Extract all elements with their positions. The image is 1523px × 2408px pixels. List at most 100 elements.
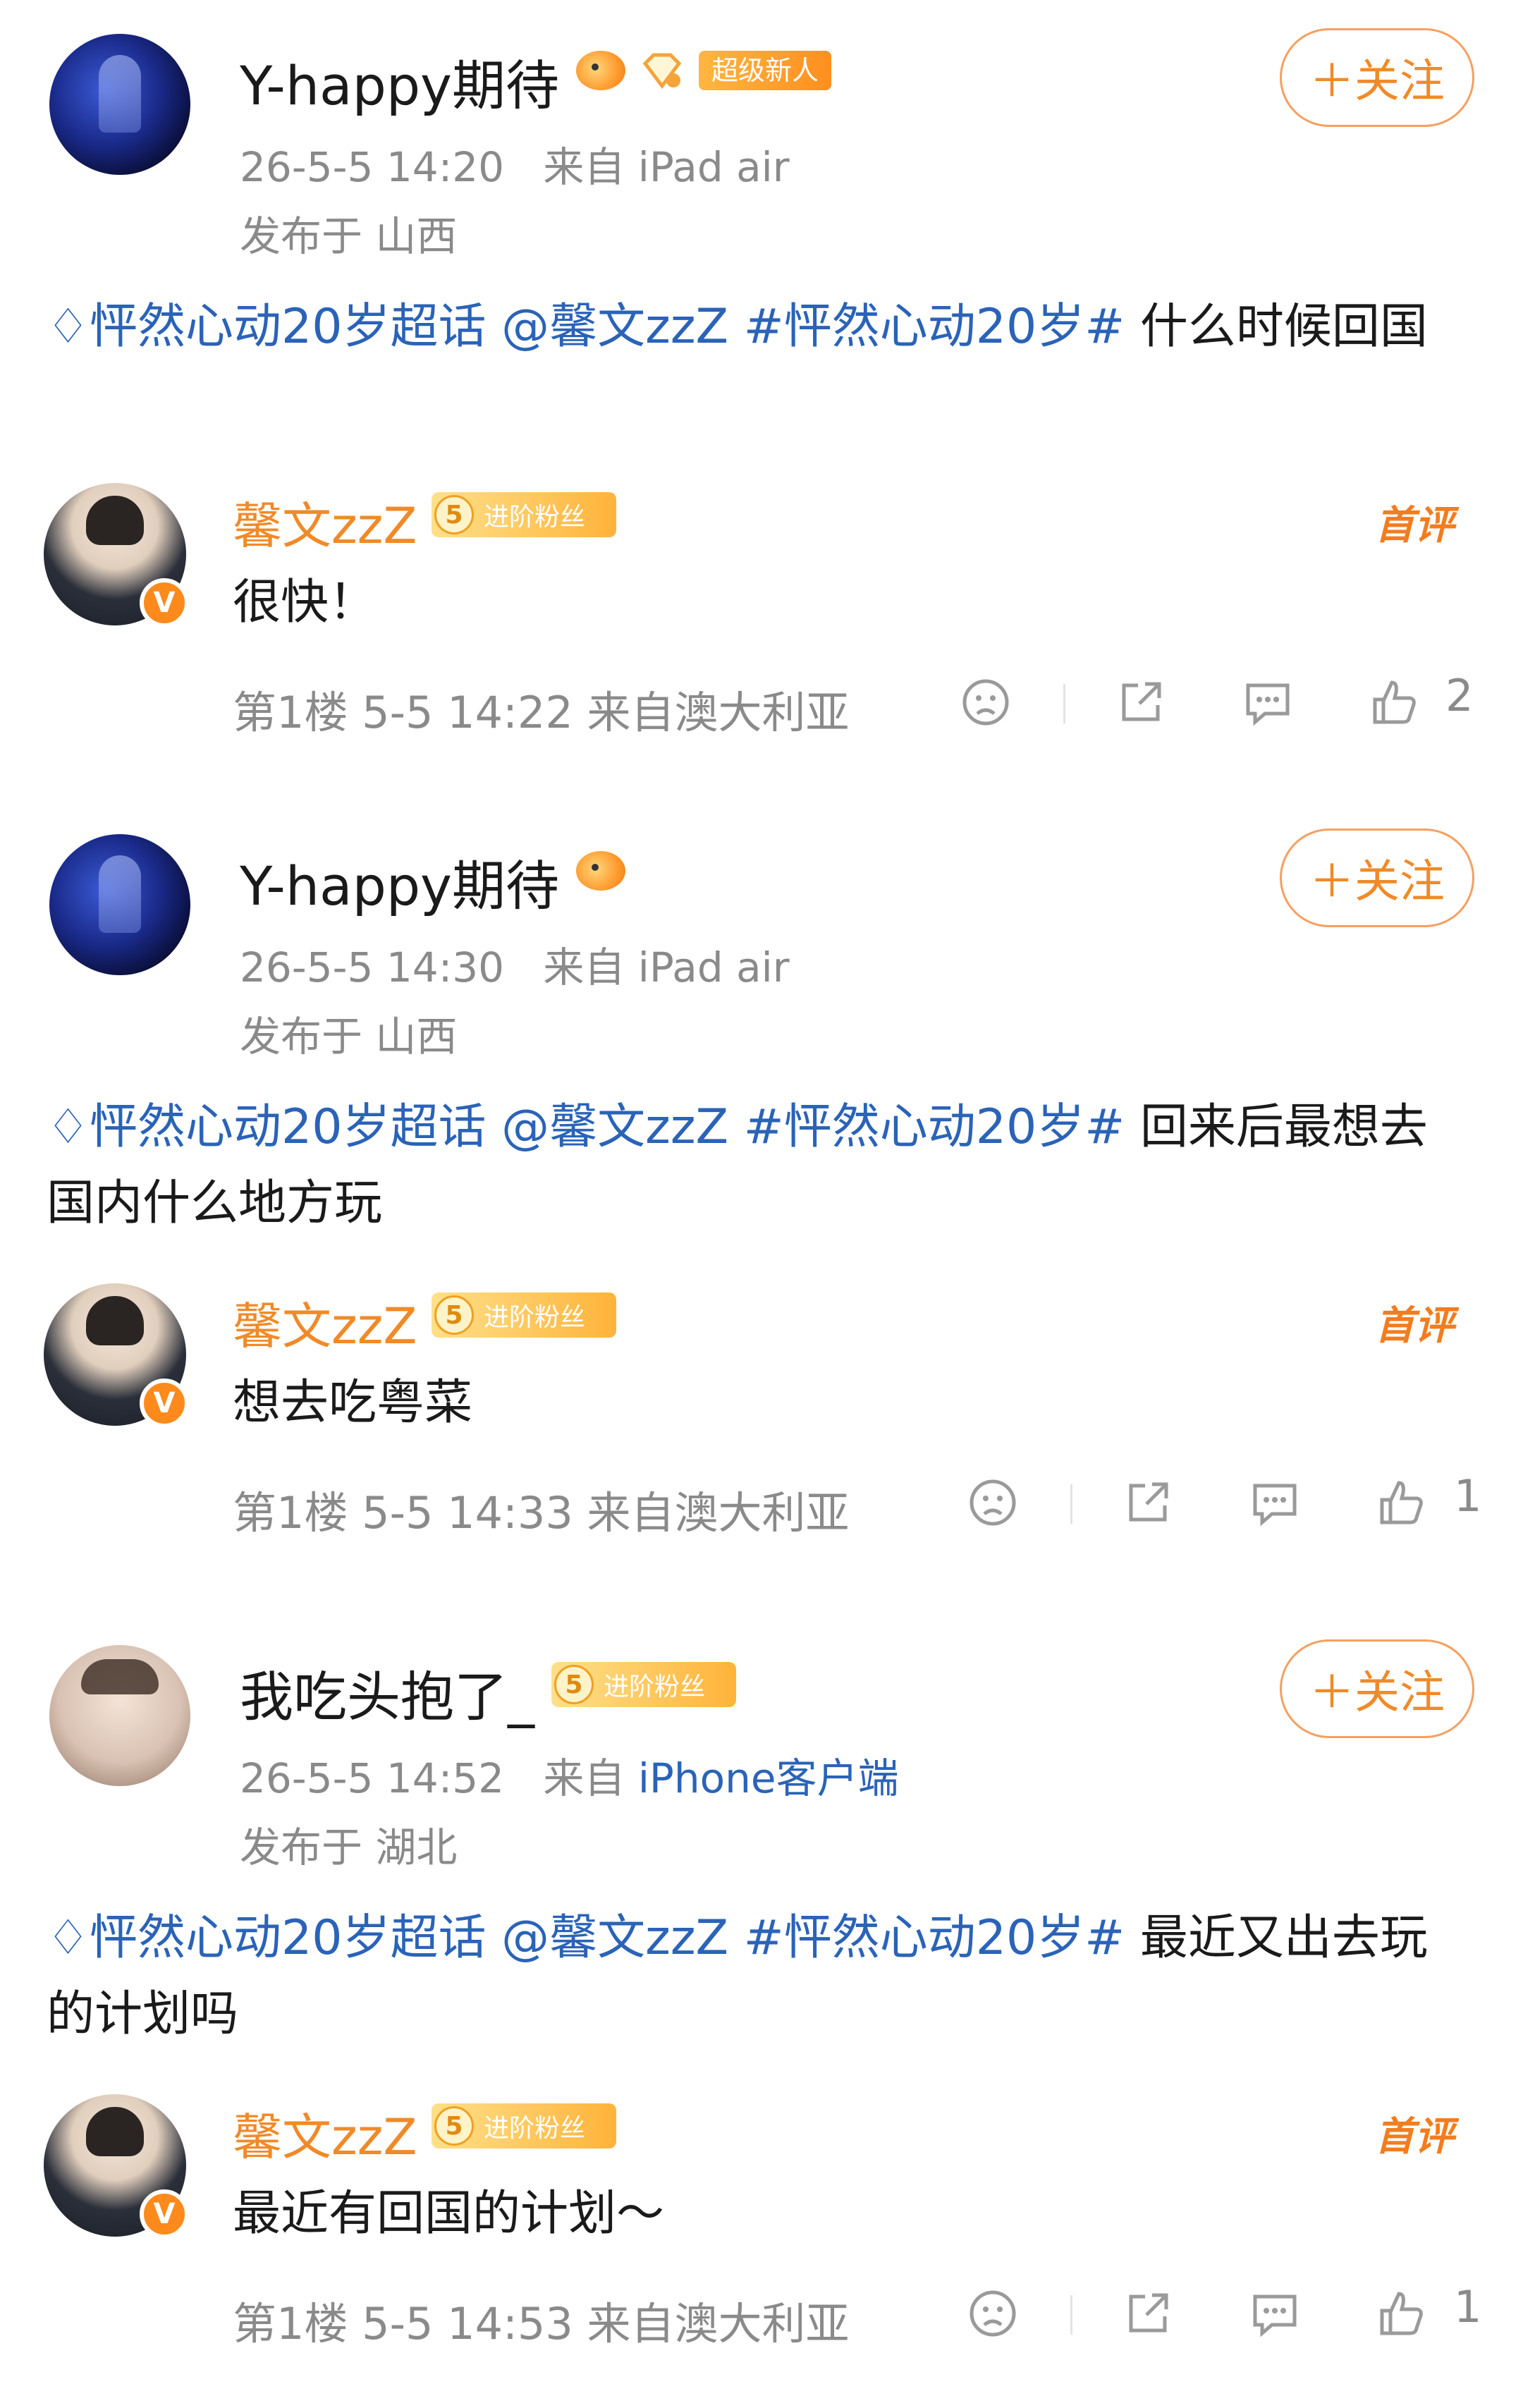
reply-source: 来自澳大利亚 xyxy=(587,687,850,738)
thread-2: Y-happy期待 26-5-5 14:30 来自 iPad air 发布于 山… xyxy=(0,800,1523,1597)
sad-face-icon[interactable] xyxy=(966,2287,1020,2340)
username[interactable]: Y-happy期待 xyxy=(240,843,559,920)
sad-face-icon[interactable] xyxy=(959,676,1013,729)
super-newcomer-tag: 超级新人 xyxy=(699,51,832,90)
reply-source: 来自澳大利亚 xyxy=(587,1487,850,1539)
supertopic-link[interactable]: ♢怦然心动20岁超话 xyxy=(47,1910,487,1966)
reply-actions: 1 xyxy=(945,1470,1502,1534)
first-comment-badge: 首评 xyxy=(1375,1303,1454,1349)
post-meta: 26-5-5 14:20 来自 iPad air xyxy=(240,134,790,193)
reply-username[interactable]: 馨文zzZ xyxy=(233,2098,417,2169)
follow-button[interactable]: ＋关注 xyxy=(1280,829,1474,927)
fan-level: 5 xyxy=(554,1665,594,1704)
hashtag-link[interactable]: #怦然心动20岁# xyxy=(744,1910,1125,1966)
fish-emoji-icon xyxy=(576,851,626,891)
reply-text: 很快！ xyxy=(233,575,377,630)
comment-icon[interactable] xyxy=(1241,676,1295,729)
reply-time: 5-5 14:22 xyxy=(362,687,573,738)
thread-3: 我吃头抱了_ 5 进阶粉丝 26-5-5 14:52 来自 iPhone客户端 … xyxy=(0,1611,1523,2408)
post-time: 26-5-5 14:20 xyxy=(240,143,505,191)
reply-source: 来自澳大利亚 xyxy=(587,2298,850,2349)
post-device-prefix: 来自 xyxy=(543,1754,625,1802)
share-icon[interactable] xyxy=(1121,2287,1175,2340)
like-count: 2 xyxy=(1445,670,1474,721)
reply-meta: 第1楼 5-5 14:33 来自澳大利亚 xyxy=(233,1477,850,1541)
divider xyxy=(1063,684,1065,723)
post-time: 26-5-5 14:52 xyxy=(240,1754,505,1802)
reply-text: 最近有回国的计划～ xyxy=(233,2186,665,2242)
post: 我吃头抱了_ 5 进阶粉丝 26-5-5 14:52 来自 iPhone客户端 … xyxy=(0,1611,1523,2077)
post-device: 来自 iPad air xyxy=(543,143,790,191)
reply-actions: 2 xyxy=(945,670,1502,733)
post-meta: 26-5-5 14:52 来自 iPhone客户端 xyxy=(240,1745,899,1804)
fan-label: 进阶粉丝 xyxy=(484,2114,586,2143)
divider xyxy=(1070,1484,1072,1524)
mention-link[interactable]: @馨文zzZ xyxy=(501,1099,728,1155)
sad-face-icon[interactable] xyxy=(966,1476,1020,1529)
floor: 第1楼 xyxy=(233,687,348,738)
reply: V 馨文zzZ 5 进阶粉丝 首评 很快！ 第1楼 5-5 14:22 来自澳大… xyxy=(0,465,1523,797)
post-device-link[interactable]: iPhone客户端 xyxy=(638,1754,899,1802)
divider xyxy=(1070,2295,1072,2335)
post-content: ♢怦然心动20岁超话 @馨文zzZ #怦然心动20岁# 什么时候回国 xyxy=(47,289,1457,365)
mention-link[interactable]: @馨文zzZ xyxy=(501,1910,728,1966)
fan-label: 进阶粉丝 xyxy=(604,1673,706,1701)
comment-icon[interactable] xyxy=(1248,1476,1302,1529)
reply-username[interactable]: 馨文zzZ xyxy=(233,1287,417,1358)
follow-button[interactable]: ＋关注 xyxy=(1280,1639,1474,1738)
verified-v-icon: V xyxy=(140,2189,189,2239)
fan-label: 进阶粉丝 xyxy=(484,503,586,532)
username[interactable]: 我吃头抱了_ xyxy=(240,1654,534,1731)
reply-meta: 第1楼 5-5 14:53 来自澳大利亚 xyxy=(233,2288,850,2352)
avatar[interactable] xyxy=(49,834,190,975)
floor: 第1楼 xyxy=(233,1487,348,1539)
avatar[interactable] xyxy=(49,34,190,175)
post-content: ♢怦然心动20岁超话 @馨文zzZ #怦然心动20岁# 回来后最想去国内什么地方… xyxy=(47,1089,1457,1242)
mention-link[interactable]: @馨文zzZ xyxy=(501,299,728,355)
user-badges: 超级新人 xyxy=(576,51,832,90)
follow-button[interactable]: ＋关注 xyxy=(1280,28,1474,127)
post-location: 发布于 山西 xyxy=(240,1013,458,1061)
post-text: 什么时候回国 xyxy=(1139,299,1428,355)
hashtag-link[interactable]: #怦然心动20岁# xyxy=(744,299,1125,355)
reply-meta: 第1楼 5-5 14:22 来自澳大利亚 xyxy=(233,677,850,740)
verified-v-icon: V xyxy=(140,1379,189,1428)
share-icon[interactable] xyxy=(1114,676,1168,729)
thumbs-up-icon[interactable] xyxy=(1375,1476,1429,1529)
reply-time: 5-5 14:53 xyxy=(362,2298,573,2349)
hashtag-link[interactable]: #怦然心动20岁# xyxy=(744,1099,1125,1155)
supertopic-link[interactable]: ♢怦然心动20岁超话 xyxy=(47,299,487,355)
post-time: 26-5-5 14:30 xyxy=(240,943,505,991)
post: Y-happy期待 26-5-5 14:30 来自 iPad air 发布于 山… xyxy=(0,800,1523,1266)
avatar[interactable] xyxy=(49,1645,190,1786)
fan-level: 5 xyxy=(434,1295,474,1335)
username[interactable]: Y-happy期待 xyxy=(240,42,559,120)
post-meta: 26-5-5 14:30 来自 iPad air xyxy=(240,934,790,994)
comment-icon[interactable] xyxy=(1248,2287,1302,2340)
reply-text: 想去吃粤菜 xyxy=(233,1375,473,1431)
thread-1: Y-happy期待 超级新人 26-5-5 14:20 来自 iPad air … xyxy=(0,0,1523,797)
post-content: ♢怦然心动20岁超话 @馨文zzZ #怦然心动20岁# 最近又出去玩的计划吗 xyxy=(47,1900,1457,2053)
fan-badge: 5 进阶粉丝 xyxy=(432,492,616,537)
reply: V 馨文zzZ 5 进阶粉丝 首评 最近有回国的计划～ 第1楼 5-5 14:5… xyxy=(0,2077,1523,2408)
diamond-icon xyxy=(640,51,685,90)
reply: V 馨文zzZ 5 进阶粉丝 首评 想去吃粤菜 第1楼 5-5 14:33 来自… xyxy=(0,1266,1523,1597)
first-comment-badge: 首评 xyxy=(1375,2114,1454,2160)
thumbs-up-icon[interactable] xyxy=(1368,676,1421,729)
fan-badge: 5 进阶粉丝 xyxy=(432,2103,616,2149)
reply-username[interactable]: 馨文zzZ xyxy=(233,487,417,558)
post-location: 发布于 湖北 xyxy=(240,1823,458,1871)
user-badges xyxy=(576,851,626,891)
floor: 第1楼 xyxy=(233,2298,348,2349)
fish-emoji-icon xyxy=(576,51,626,90)
reply-time: 5-5 14:33 xyxy=(362,1487,573,1539)
supertopic-link[interactable]: ♢怦然心动20岁超话 xyxy=(47,1099,487,1155)
fan-level: 5 xyxy=(434,2106,474,2146)
post-device: 来自 iPad air xyxy=(543,943,790,991)
share-icon[interactable] xyxy=(1121,1476,1175,1529)
thumbs-up-icon[interactable] xyxy=(1375,2287,1429,2340)
first-comment-badge: 首评 xyxy=(1375,503,1454,549)
post-location: 发布于 山西 xyxy=(240,212,458,260)
fan-badge: 5 进阶粉丝 xyxy=(551,1662,736,1707)
fan-badge: 5 进阶粉丝 xyxy=(432,1292,616,1338)
